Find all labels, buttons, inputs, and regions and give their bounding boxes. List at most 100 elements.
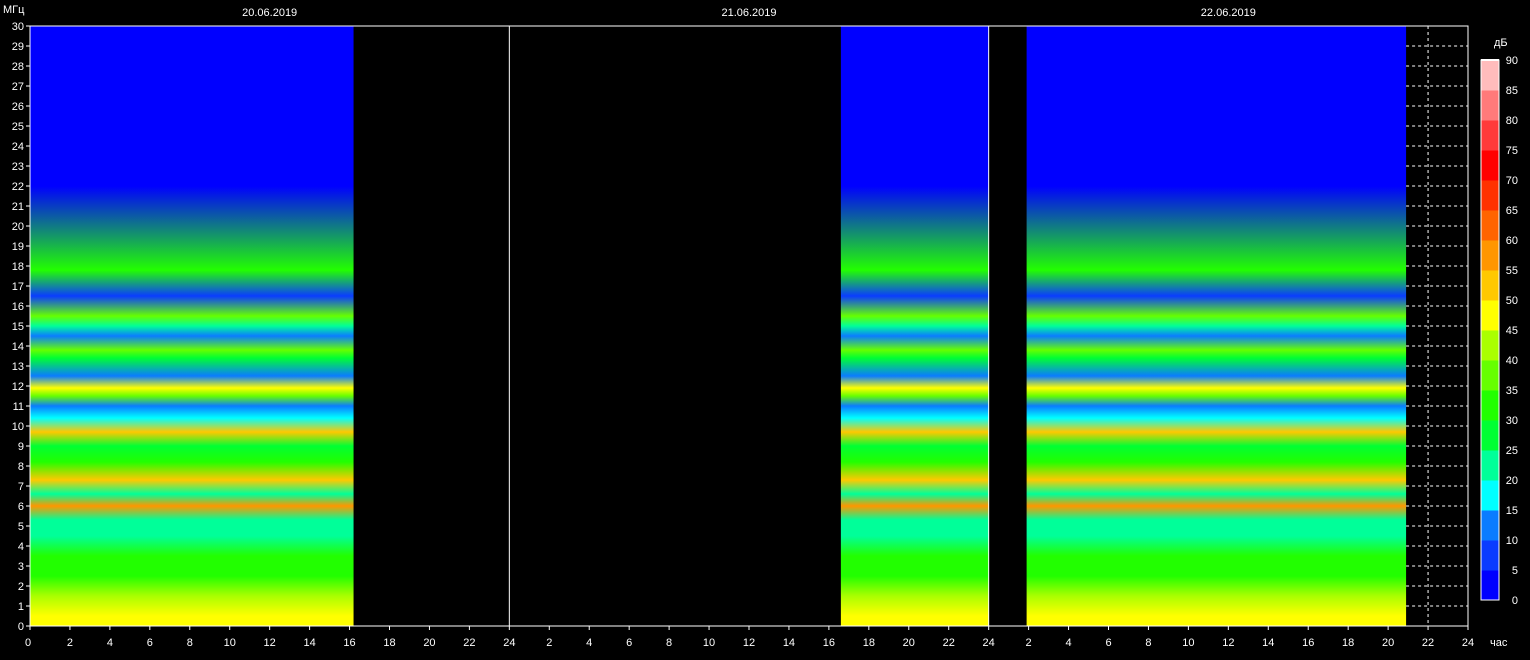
- x-axis-unit: час: [1490, 637, 1508, 649]
- y-tick-label: 27: [12, 81, 24, 93]
- colorbar: дБ 0 5 10 15 20 25 30 35 40 45 50 55 60 65 70 75 80 85 90: [1480, 37, 1518, 607]
- colorbar-label: 50: [1506, 295, 1518, 307]
- x-tick-label: 2: [546, 637, 552, 649]
- colorbar-segment: [1481, 510, 1499, 541]
- y-tick-label: 4: [18, 541, 24, 553]
- colorbar-unit: дБ: [1494, 37, 1508, 49]
- colorbar-segment: [1481, 420, 1499, 451]
- x-axis: час 0 2 4 6 8 10 12 14 16 18 20 22 24 2 4 6 8 10 12 14 16 18 2…: [25, 626, 1508, 649]
- colorbar-label: 70: [1506, 175, 1518, 187]
- x-tick-label: 8: [1145, 637, 1151, 649]
- colorbar-segment: [1481, 60, 1499, 91]
- x-tick-label: 6: [1105, 637, 1111, 649]
- colorbar-label: 55: [1506, 265, 1518, 277]
- y-tick-label: 24: [12, 141, 24, 153]
- x-tick-label: 10: [224, 637, 236, 649]
- x-tick-label: 4: [586, 637, 592, 649]
- x-tick-label: 22: [463, 637, 475, 649]
- y-tick-label: 9: [18, 441, 24, 453]
- y-tick-label: 6: [18, 501, 24, 513]
- x-tick-label: 24: [1462, 637, 1474, 649]
- colorbar-label: 25: [1506, 445, 1518, 457]
- y-tick-label: 13: [12, 361, 24, 373]
- colorbar-label: 40: [1506, 355, 1518, 367]
- x-tick-label: 18: [1342, 637, 1354, 649]
- colorbar-segment: [1481, 210, 1499, 241]
- colorbar-segment: [1481, 450, 1499, 481]
- x-tick-label: 16: [823, 637, 835, 649]
- x-tick-label: 14: [783, 637, 795, 649]
- x-tick-label: 12: [743, 637, 755, 649]
- colorbar-segment: [1481, 390, 1499, 421]
- y-tick-label: 21: [12, 201, 24, 213]
- colorbar-label: 35: [1506, 385, 1518, 397]
- x-tick-label: 18: [383, 637, 395, 649]
- y-axis: МГц 012345678910111213141516171819202122…: [3, 4, 30, 633]
- colorbar-label: 85: [1506, 85, 1518, 97]
- colorbar-segment: [1481, 180, 1499, 211]
- y-tick-label: 18: [12, 261, 24, 273]
- colorbar-segment: [1481, 150, 1499, 181]
- x-tick-label: 4: [107, 637, 113, 649]
- x-tick-label: 2: [1026, 637, 1032, 649]
- x-tick-label: 8: [666, 637, 672, 649]
- y-tick-label: 10: [12, 421, 24, 433]
- y-tick-label: 16: [12, 301, 24, 313]
- colorbar-label: 90: [1506, 55, 1518, 67]
- y-tick-label: 26: [12, 101, 24, 113]
- colorbar-label: 45: [1506, 325, 1518, 337]
- y-tick-label: 28: [12, 61, 24, 73]
- colorbar-segment: [1481, 480, 1499, 511]
- y-tick-label: 3: [18, 561, 24, 573]
- day-date-label: 22.06.2019: [1201, 7, 1256, 19]
- colorbar-label: 30: [1506, 415, 1518, 427]
- colorbar-segment: [1481, 300, 1499, 331]
- colorbar-segment: [1481, 330, 1499, 361]
- x-tick-label: 8: [187, 637, 193, 649]
- colorbar-label: 75: [1506, 145, 1518, 157]
- colorbar-label: 60: [1506, 235, 1518, 247]
- x-tick-label: 22: [943, 637, 955, 649]
- y-tick-label: 29: [12, 41, 24, 53]
- x-tick-label: 20: [1382, 637, 1394, 649]
- colorbar-segment: [1481, 240, 1499, 271]
- y-tick-label: 23: [12, 161, 24, 173]
- y-tick-label: 0: [18, 621, 24, 633]
- y-tick-label: 11: [13, 401, 24, 413]
- spectrogram-day-block: [30, 26, 354, 626]
- y-tick-label: 30: [12, 21, 24, 33]
- colorbar-label: 65: [1506, 205, 1518, 217]
- date-labels: 20.06.2019 21.06.2019 22.06.2019: [242, 7, 1256, 19]
- x-tick-label: 24: [983, 637, 995, 649]
- plot-area: [29, 25, 1469, 627]
- y-tick-label: 2: [18, 581, 24, 593]
- x-tick-label: 2: [67, 637, 73, 649]
- colorbar-label: 10: [1506, 535, 1518, 547]
- x-tick-label: 6: [147, 637, 153, 649]
- x-tick-label: 16: [343, 637, 355, 649]
- x-tick-label: 14: [303, 637, 315, 649]
- day-date-label: 21.06.2019: [721, 7, 776, 19]
- y-tick-label: 8: [18, 461, 24, 473]
- y-tick-label: 17: [12, 281, 24, 293]
- colorbar-segment: [1481, 570, 1499, 601]
- y-tick-label: 25: [12, 121, 24, 133]
- y-tick-label: 19: [12, 241, 24, 253]
- colorbar-label: 20: [1506, 475, 1518, 487]
- y-tick-label: 12: [12, 381, 24, 393]
- spectrogram-day-block: [1026, 26, 1407, 626]
- colorbar-segment: [1481, 120, 1499, 151]
- y-tick-label: 15: [12, 321, 24, 333]
- colorbar-label: 80: [1506, 115, 1518, 127]
- day-date-label: 20.06.2019: [242, 7, 297, 19]
- colorbar-segment: [1481, 360, 1499, 391]
- spectrogram-day-block: [840, 26, 989, 626]
- x-tick-label: 22: [1422, 637, 1434, 649]
- x-tick-label: 10: [703, 637, 715, 649]
- x-tick-label: 10: [1182, 637, 1194, 649]
- y-axis-unit: МГц: [3, 4, 25, 16]
- colorbar-segment: [1481, 90, 1499, 121]
- x-tick-label: 18: [863, 637, 875, 649]
- x-tick-label: 12: [264, 637, 276, 649]
- y-tick-label: 7: [18, 481, 24, 493]
